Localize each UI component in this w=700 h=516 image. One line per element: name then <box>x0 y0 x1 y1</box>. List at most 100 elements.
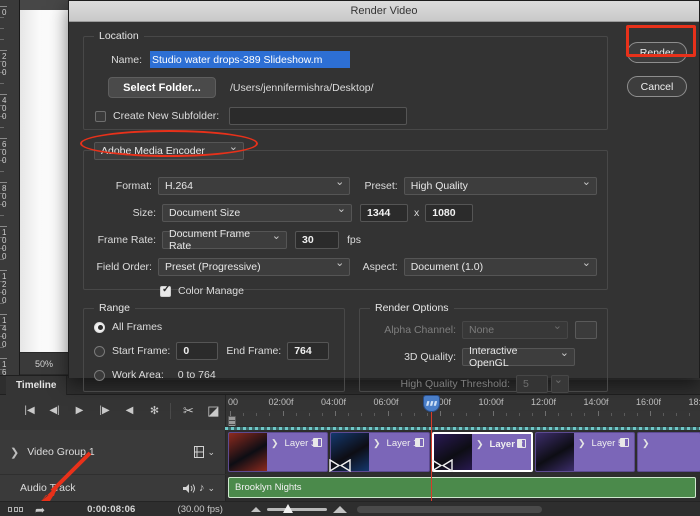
filmstrip-icon[interactable] <box>194 446 205 458</box>
track-tools-video[interactable]: ⌄ <box>194 446 215 458</box>
zoom-in-icon[interactable] <box>332 506 347 513</box>
music-note-icon[interactable]: ♪ <box>199 482 205 494</box>
timeline-ruler[interactable]: 0002:00f04:00f06:00f08:00f10:00f12:00f14… <box>225 395 700 430</box>
expand-chevron-icon[interactable]: ❯ <box>10 446 19 459</box>
subfolder-name-input[interactable] <box>229 107 408 125</box>
go-to-first-frame-icon[interactable]: |◀ <box>18 399 41 423</box>
clip-transition-button[interactable] <box>415 438 424 447</box>
chevron-down-icon[interactable]: ⌄ <box>207 447 215 458</box>
audio-track-lane[interactable]: Brooklyn Nights <box>225 475 700 501</box>
zoom-slider-track[interactable] <box>266 504 327 513</box>
timeline-tick-minor <box>243 413 245 416</box>
ruler-tick-minor <box>0 17 4 18</box>
output-name-input[interactable]: Studio water drops-389 Slideshow.m <box>150 51 350 68</box>
timeline-tick-label: 02:00f <box>268 397 294 407</box>
cancel-button[interactable]: Cancel <box>627 76 687 97</box>
transition-icon[interactable]: ◪ <box>202 399 225 423</box>
timeline-tick <box>335 411 336 416</box>
timeline-tick-minor <box>466 413 468 416</box>
render-preview-icon[interactable] <box>8 507 23 512</box>
ruler-label: 600 <box>2 140 7 165</box>
frame-rate-select[interactable]: Document Frame Rate <box>162 228 287 252</box>
ruler-label: 1400 <box>2 316 7 349</box>
dialog-body: Location Name: Studio water drops-389 Sl… <box>69 22 699 393</box>
color-manage-label: Color Manage <box>178 285 244 297</box>
zoom-out-icon[interactable] <box>250 507 261 512</box>
create-subfolder-label: Create New Subfolder: <box>113 110 220 122</box>
clip-expand-chevron-icon[interactable]: ❯ <box>373 438 381 449</box>
start-frame-radio[interactable] <box>94 345 105 357</box>
playhead[interactable]: ▮▮▮ <box>423 395 440 501</box>
next-frame-icon[interactable]: |▶ <box>93 399 116 423</box>
timeline-tick-minor <box>269 413 271 416</box>
clip-transition-button[interactable] <box>620 438 629 447</box>
width-input[interactable]: 1344 <box>360 204 408 222</box>
timeline-tick-label: 10:00f <box>478 397 504 407</box>
crossfade-transition-icon[interactable] <box>431 459 453 472</box>
create-subfolder-checkbox[interactable] <box>95 110 106 122</box>
zoom-slider-knob[interactable] <box>282 504 293 513</box>
render-button[interactable]: Render <box>627 42 687 63</box>
end-frame-input[interactable]: 764 <box>287 342 330 360</box>
timeline-zoom-widget[interactable] <box>250 504 347 513</box>
timeline-tick-label: 12:00f <box>531 397 557 407</box>
timeline-tick-minor <box>453 413 455 416</box>
color-manage-checkbox[interactable] <box>160 284 171 297</box>
ruler-label: 0 <box>2 8 7 17</box>
audio-icon[interactable]: ◀ <box>118 399 141 423</box>
field-order-select[interactable]: Preset (Progressive) <box>157 256 351 276</box>
height-input[interactable]: 1080 <box>425 204 474 222</box>
zoom-level-indicator[interactable]: 50% <box>20 352 68 374</box>
all-frames-radio[interactable] <box>94 321 105 333</box>
3d-quality-select[interactable]: Interactive OpenGL <box>462 345 575 369</box>
timeline-tick-minor <box>663 413 665 416</box>
clip-expand-chevron-icon[interactable]: ❯ <box>271 438 279 449</box>
timeline-clip[interactable]: ❯ Layer 5 <box>535 432 635 472</box>
track-header-audio[interactable]: Audio Track ♪ ⌄ <box>0 475 225 501</box>
encoder-engine-select[interactable]: Adobe Media Encoder <box>94 140 244 160</box>
clip-transition-button[interactable] <box>517 439 526 448</box>
timeline-tick <box>492 411 494 416</box>
work-area-radio[interactable] <box>94 369 105 381</box>
chevron-down-icon-audio[interactable]: ⌄ <box>207 483 215 494</box>
timeline-horizontal-scrollbar[interactable] <box>356 506 542 513</box>
alpha-color-swatch[interactable] <box>575 321 597 339</box>
timeline-clip-partial[interactable]: ❯ <box>637 432 700 472</box>
format-select[interactable]: H.264 <box>157 175 351 195</box>
alpha-channel-select: None <box>462 319 568 339</box>
timeline-tick-minor <box>295 413 297 416</box>
speaker-icon[interactable] <box>182 483 196 494</box>
share-export-icon[interactable]: ➦ <box>35 503 45 516</box>
timeline-tick <box>387 411 389 416</box>
clip-transition-button[interactable] <box>313 438 322 447</box>
select-folder-button[interactable]: Select Folder... <box>108 77 216 98</box>
timeline-tick <box>440 411 441 416</box>
aspect-select[interactable]: Document (1.0) <box>403 256 597 276</box>
playhead-handle[interactable]: ▮▮▮ <box>423 395 440 412</box>
split-scissors-icon[interactable]: ✂ <box>177 399 200 423</box>
crossfade-transition-icon[interactable] <box>329 459 351 472</box>
track-tools-audio[interactable]: ♪ ⌄ <box>182 482 215 494</box>
encoder-group: Adobe Media Encoder Format: H.264 Preset… <box>83 140 608 297</box>
audio-clip[interactable]: Brooklyn Nights <box>228 477 696 498</box>
timeline-tick-minor <box>558 413 560 416</box>
clip-expand-chevron-icon[interactable]: ❯ <box>476 439 484 450</box>
fps-input[interactable]: 30 <box>295 231 339 249</box>
clip-expand-chevron-icon[interactable]: ❯ <box>642 438 650 449</box>
start-frame-input[interactable]: 0 <box>176 342 219 360</box>
format-label: Format: <box>115 180 152 192</box>
timeline-tick-minor <box>426 413 428 416</box>
previous-frame-icon[interactable]: ◀| <box>43 399 66 423</box>
ruler-tick <box>0 226 7 227</box>
size-select[interactable]: Document Size <box>162 202 352 222</box>
video-track-lane[interactable]: ❯ Layer 3 ❯ Layer 1 ❯ Layer 2 ❯ Layer 5 ❯ <box>225 430 700 474</box>
play-icon[interactable]: ▶ <box>68 399 91 423</box>
transport-controls: |◀ ◀| ▶ |▶ ◀ ✻ ✂ ◪ <box>0 395 225 426</box>
timeline-clip[interactable]: ❯ Layer 3 <box>228 432 328 472</box>
track-header-video[interactable]: ❯ Video Group 1 ⌄ <box>0 430 225 474</box>
current-timecode[interactable]: 0:00:08:06 <box>87 504 135 515</box>
tab-timeline[interactable]: Timeline <box>6 376 68 395</box>
settings-gear-icon[interactable]: ✻ <box>143 399 166 423</box>
clip-expand-chevron-icon[interactable]: ❯ <box>578 438 586 449</box>
preset-select[interactable]: High Quality <box>403 175 597 195</box>
